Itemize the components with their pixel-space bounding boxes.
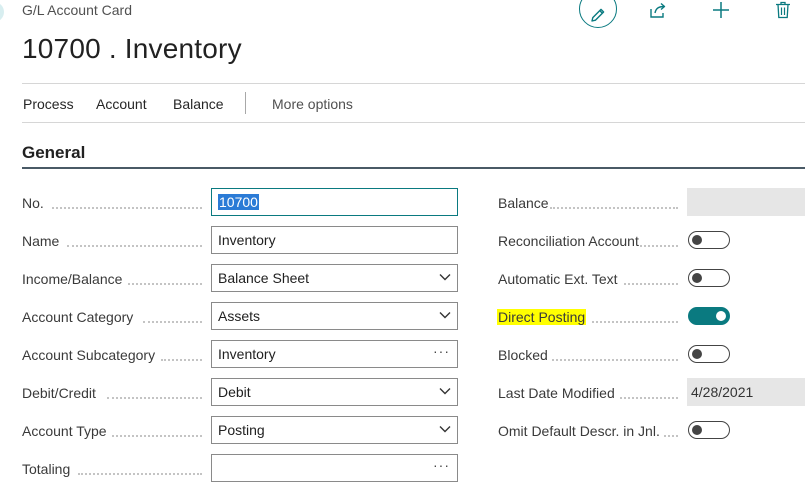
chevron-down-icon xyxy=(439,274,451,281)
breadcrumb: G/L Account Card xyxy=(22,2,132,18)
side-accent xyxy=(0,2,4,22)
add-icon xyxy=(713,2,729,18)
label-leader xyxy=(640,245,678,247)
field-label-account-subcategory: Account Subcategory xyxy=(22,347,156,363)
edit-pencil-icon xyxy=(591,8,605,22)
label-leader xyxy=(552,359,678,361)
label-leader xyxy=(550,207,678,209)
blocked-toggle[interactable] xyxy=(688,345,730,363)
account-subcategory-value: Inventory xyxy=(218,346,276,362)
omit-default-descr-toggle[interactable] xyxy=(688,421,730,439)
last-date-modified-value: 4/28/2021 xyxy=(691,384,754,400)
share-button[interactable] xyxy=(646,0,670,20)
reconciliation-account-toggle[interactable] xyxy=(688,231,730,249)
debit-credit-select[interactable]: Debit xyxy=(211,378,458,406)
income-balance-select[interactable]: Balance Sheet xyxy=(211,264,458,292)
delete-trash-icon xyxy=(776,1,790,19)
income-balance-value: Balance Sheet xyxy=(218,270,310,286)
account-category-select[interactable]: Assets xyxy=(211,302,458,330)
label-leader xyxy=(112,435,202,437)
field-label-name: Name xyxy=(22,233,60,249)
menu-separator xyxy=(245,92,246,114)
name-input[interactable]: Inventory xyxy=(211,226,458,254)
direct-posting-highlight: Direct Posting xyxy=(497,309,587,325)
label-leader xyxy=(107,397,202,399)
label-leader xyxy=(620,397,678,399)
section-title-general: General xyxy=(22,143,86,162)
direct-posting-toggle[interactable] xyxy=(688,307,730,325)
account-type-value: Posting xyxy=(218,422,265,438)
label-leader xyxy=(624,283,678,285)
label-leader xyxy=(592,321,678,323)
ellipsis-icon[interactable]: ··· xyxy=(433,457,450,473)
field-label-reconciliation-account: Reconciliation Account xyxy=(498,233,639,249)
label-leader xyxy=(52,207,202,209)
field-label-blocked: Blocked xyxy=(498,347,548,363)
name-input-value: Inventory xyxy=(218,232,276,248)
divider xyxy=(22,122,805,123)
last-date-modified-readonly[interactable]: 4/28/2021 xyxy=(687,378,805,406)
new-button[interactable] xyxy=(710,0,732,20)
automatic-ext-text-toggle[interactable] xyxy=(688,269,730,287)
label-leader xyxy=(78,473,202,475)
label-leader xyxy=(664,435,678,437)
ellipsis-icon[interactable]: ··· xyxy=(433,343,450,359)
field-label-omit-default-descr: Omit Default Descr. in Jnl. xyxy=(498,423,660,439)
more-options-button[interactable]: More options xyxy=(272,96,353,112)
toggle-knob xyxy=(692,348,702,359)
label-leader xyxy=(67,245,202,247)
no-input[interactable]: 10700 xyxy=(211,188,458,216)
toggle-knob xyxy=(692,424,702,435)
menu-account[interactable]: Account xyxy=(96,96,147,112)
field-label-totaling: Totaling xyxy=(22,461,71,477)
label-leader xyxy=(143,321,202,323)
field-label-last-date-modified: Last Date Modified xyxy=(498,385,615,401)
field-label-automatic-ext-text: Automatic Ext. Text xyxy=(498,271,618,287)
debit-credit-value: Debit xyxy=(218,384,251,400)
toggle-knob xyxy=(692,234,702,245)
label-leader xyxy=(161,359,202,361)
section-underline xyxy=(22,167,805,169)
label-leader xyxy=(128,283,202,285)
field-label-no: No. xyxy=(22,195,44,211)
menu-balance[interactable]: Balance xyxy=(173,96,224,112)
menu-process[interactable]: Process xyxy=(23,96,74,112)
page-title: 10700 . Inventory xyxy=(22,33,242,64)
field-label-direct-posting: Direct Posting xyxy=(497,309,587,325)
toggle-knob xyxy=(716,310,726,321)
delete-button[interactable] xyxy=(773,0,793,20)
field-label-account-category: Account Category xyxy=(22,309,134,325)
share-icon xyxy=(650,2,666,18)
account-category-value: Assets xyxy=(218,308,261,324)
no-input-value: 10700 xyxy=(218,194,259,210)
balance-readonly[interactable] xyxy=(687,188,805,216)
divider xyxy=(22,83,805,84)
field-label-account-type: Account Type xyxy=(22,423,107,439)
field-label-balance: Balance xyxy=(498,195,549,211)
chevron-down-icon xyxy=(439,388,451,395)
field-label-debit-credit: Debit/Credit xyxy=(22,385,96,401)
toggle-knob xyxy=(692,272,702,283)
account-subcategory-lookup[interactable]: Inventory ··· xyxy=(211,340,458,368)
edit-button[interactable] xyxy=(579,0,617,28)
field-label-income-balance: Income/Balance xyxy=(22,271,123,287)
account-type-select[interactable]: Posting xyxy=(211,416,458,444)
totaling-lookup[interactable]: ··· xyxy=(211,454,458,482)
chevron-down-icon xyxy=(439,312,451,319)
chevron-down-icon xyxy=(439,426,451,433)
